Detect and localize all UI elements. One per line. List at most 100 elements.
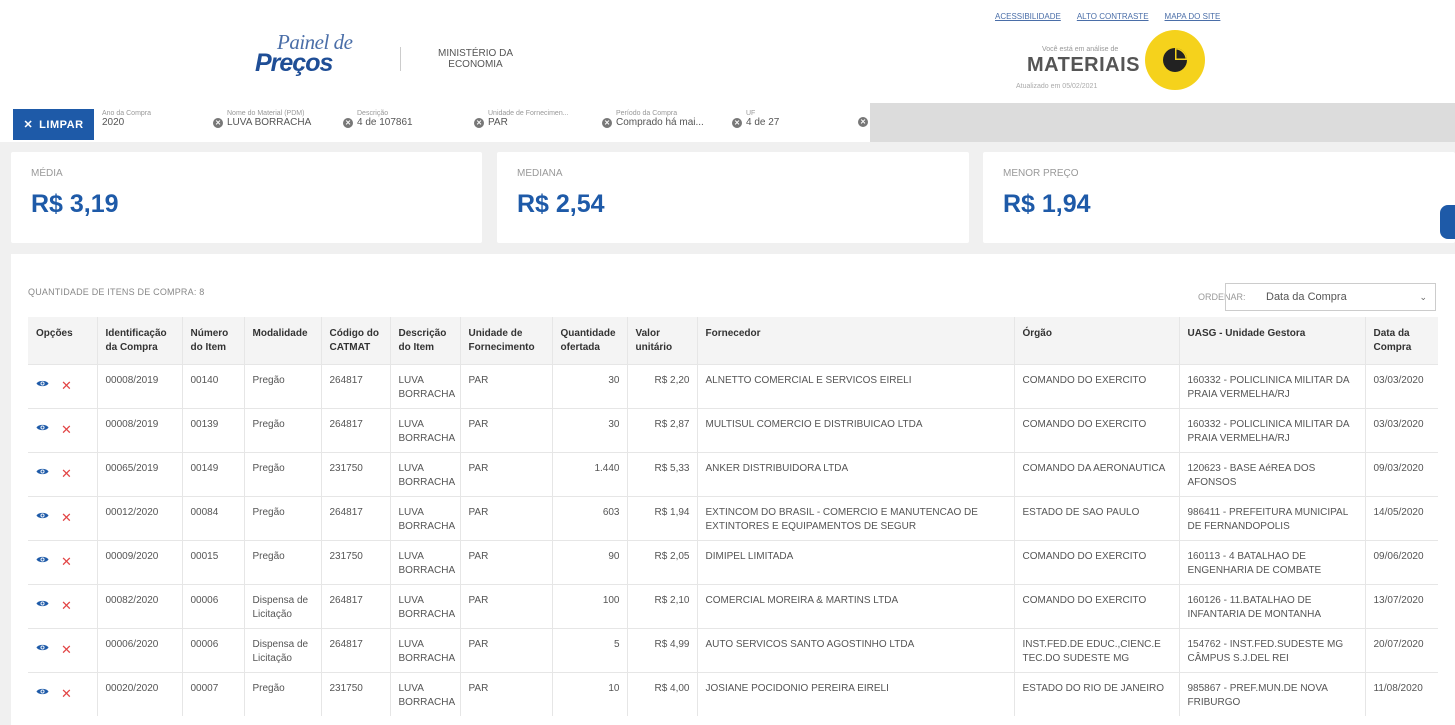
filter-uf[interactable]: UF ✕ 4 de 27 [732,110,779,128]
table-row: ✕ 00009/2020 00015 Pregão 231750 LUVA BORRACH… [28,539,1438,584]
table-cell: 160332 - POLICLINICA MILITAR DA PRAIA VE… [1179,407,1366,452]
row-options: ✕ [28,407,98,452]
table-cell: COMANDO DO EXERCITO [1014,407,1180,452]
accessibility-link[interactable]: ACESSIBILIDADE [995,12,1061,21]
stat-value: R$ 2,54 [517,190,605,218]
table-cell: 231750 [321,539,391,584]
view-eye-icon[interactable] [36,467,49,481]
column-header: Código do CATMAT [321,317,391,364]
table-cell: R$ 4,00 [627,671,698,716]
table-cell: COMANDO DA AERONAUTICA [1014,451,1180,496]
order-select[interactable]: Data da Compra ⌄ [1225,283,1436,311]
clear-filters-button[interactable]: ✕ LIMPAR [13,109,94,140]
table-cell: PAR [460,583,553,628]
remove-filter-icon[interactable]: ✕ [213,117,223,128]
remove-filter-icon[interactable]: ✕ [602,117,612,128]
view-eye-icon[interactable] [36,379,49,393]
table-cell: PAR [460,627,553,672]
filter-value-text: 2020 [102,117,125,128]
remove-icon[interactable]: ✕ [61,379,72,392]
column-header: Descrição do Item [390,317,461,364]
table-cell: COMANDO DO EXERCITO [1014,363,1180,408]
table-cell: 264817 [321,363,391,408]
filter-material-name[interactable]: Nome do Material (PDM) ✕ LUVA BORRACHA [213,110,311,128]
table-cell: LUVA BORRACHA [390,671,461,716]
remove-filter-icon[interactable]: ✕ [474,117,484,128]
remove-icon[interactable]: ✕ [61,511,72,524]
table-cell: 00020/2020 [97,671,183,716]
table-row: ✕ 00065/2019 00149 Pregão 231750 LUVA BORRACH… [28,451,1438,496]
remove-icon[interactable]: ✕ [61,467,72,480]
column-header: Quantidade ofertada [552,317,628,364]
table-cell: 03/03/2020 [1365,407,1438,452]
remove-icon[interactable]: ✕ [61,423,72,436]
filter-description[interactable]: Descrição ✕ 4 de 107861 [343,110,413,128]
table-cell: 154762 - INST.FED.SUDESTE MG CÂMPUS S.J.… [1179,627,1366,672]
table-cell: 5 [552,627,628,672]
table-cell: 603 [552,495,628,540]
filter-value-text: 4 de 27 [746,117,780,128]
table-cell: LUVA BORRACHA [390,407,461,452]
ministry-line1: MINISTÉRIO DA [438,48,514,59]
filter-label: Nome do Material (PDM) [227,110,305,117]
table-cell: PAR [460,495,553,540]
table-cell: Pregão [244,363,322,408]
remove-icon[interactable]: ✕ [61,687,72,700]
close-icon: ✕ [23,119,34,131]
table-body: ✕ 00008/2019 00140 Pregão 264817 LUVA BORRACH… [28,363,1438,716]
header: Painel de Preços MINISTÉRIO DA ECONOMIA … [0,0,1455,103]
table-cell: PAR [460,407,553,452]
table-cell: 00006/2020 [97,627,183,672]
table-cell: R$ 2,10 [627,583,698,628]
table-cell: 00082/2020 [97,583,183,628]
view-eye-icon[interactable] [36,423,49,437]
remove-icon[interactable]: ✕ [61,643,72,656]
table-cell: LUVA BORRACHA [390,451,461,496]
analysis-switch-button[interactable] [1145,30,1205,90]
stat-label: MENOR PREÇO [1003,168,1079,179]
filter-label: UF [746,110,756,117]
table-row: ✕ 00012/2020 00084 Pregão 264817 LUVA BORRACH… [28,495,1438,540]
filter-purchase-year[interactable]: Ano da Compra 2020 [102,110,151,128]
view-eye-icon[interactable] [36,687,49,701]
remove-icon[interactable]: ✕ [61,555,72,568]
filter-purchase-period[interactable]: Período da Compra ✕ Comprado há mai... [602,110,704,128]
table-cell: 160113 - 4 BATALHAO DE ENGENHARIA DE COM… [1179,539,1366,584]
table-cell: 160126 - 11.BATALHAO DE INFANTARIA DE MO… [1179,583,1366,628]
table-cell: AUTO SERVICOS SANTO AGOSTINHO LTDA [697,627,1015,672]
table-cell: 00006 [182,583,245,628]
table-cell: 264817 [321,627,391,672]
table-cell: 00149 [182,451,245,496]
remove-filter-icon[interactable]: ✕ [343,117,353,128]
row-options: ✕ [28,583,98,628]
table-cell: Pregão [244,539,322,584]
filter-label: Unidade de Fornecimen... [488,110,569,117]
view-eye-icon[interactable] [36,555,49,569]
view-eye-icon[interactable] [36,643,49,657]
site-map-link[interactable]: MAPA DO SITE [1165,12,1221,21]
high-contrast-link[interactable]: ALTO CONTRASTE [1077,12,1149,21]
row-options: ✕ [28,495,98,540]
view-eye-icon[interactable] [36,599,49,613]
analysis-value[interactable]: MATERIAIS [1027,54,1140,77]
filter-supply-unit[interactable]: Unidade de Fornecimen... ✕ PAR [474,110,569,128]
stat-label: MÉDIA [31,168,63,179]
view-eye-icon[interactable] [36,511,49,525]
row-options: ✕ [28,451,98,496]
stat-card-lowest-price: MENOR PREÇO R$ 1,94 [983,152,1455,243]
pie-chart-icon [1163,48,1187,72]
table-cell: 100 [552,583,628,628]
remove-filter-icon[interactable]: ✕ [858,117,868,127]
table-cell: LUVA BORRACHA [390,627,461,672]
table-cell: COMANDO DO EXERCITO [1014,539,1180,584]
side-feedback-tab[interactable] [1440,205,1455,239]
table-row: ✕ 00020/2020 00007 Pregão 231750 LUVA BORRACH… [28,671,1438,716]
table-cell: R$ 2,87 [627,407,698,452]
remove-filter-icon[interactable]: ✕ [732,117,742,128]
column-header: Data da Compra [1365,317,1438,364]
column-header: Opções [28,317,98,364]
column-header: Fornecedor [697,317,1015,364]
table-cell: 00008/2019 [97,407,183,452]
filter-bar-empty-area [870,103,1455,142]
remove-icon[interactable]: ✕ [61,599,72,612]
